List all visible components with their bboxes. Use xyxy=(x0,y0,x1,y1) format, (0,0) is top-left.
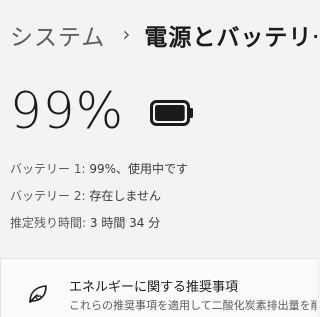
battery-summary: 99% xyxy=(10,86,194,136)
chevron-right-icon: › xyxy=(122,22,131,46)
battery-2-value: 存在しません xyxy=(89,189,161,203)
battery-full-icon xyxy=(150,100,194,126)
battery-details: バッテリー 1: 99%、使用中です バッテリー 2: 存在しません 推定残り時… xyxy=(10,160,188,241)
breadcrumb-system-link[interactable]: システム xyxy=(10,18,105,52)
card-title: エネルギーに関する推奨事項 xyxy=(69,280,239,295)
page-title: 電源とバッテリー xyxy=(144,25,317,51)
settings-page: システム › 電源とバッテリー 99% バッテリー 1: 99%、使用中です バ… xyxy=(0,0,317,317)
battery-2-label: バッテリー 2: xyxy=(10,189,86,203)
breadcrumb: システム › 電源とバッテリー xyxy=(10,18,317,52)
battery-1-value: 99%、使用中です xyxy=(89,162,189,176)
battery-1-status: バッテリー 1: 99%、使用中です xyxy=(10,160,188,187)
remaining-time-value: 3 時間 34 分 xyxy=(89,216,161,230)
battery-2-status: バッテリー 2: 存在しません xyxy=(10,187,188,214)
remaining-time-status: 推定残り時間: 3 時間 34 分 xyxy=(10,214,188,241)
battery-percentage: 99% xyxy=(10,82,125,140)
battery-1-label: バッテリー 1: xyxy=(10,162,86,176)
leaf-heart-icon xyxy=(27,283,49,309)
remaining-time-label: 推定残り時間: xyxy=(10,216,87,230)
card-description: これらの推奨事項を適用して二酸化炭素排出量を削減 xyxy=(69,299,317,312)
energy-recommendations-card[interactable]: エネルギーに関する推奨事項 これらの推奨事項を適用して二酸化炭素排出量を削減 xyxy=(0,258,317,317)
